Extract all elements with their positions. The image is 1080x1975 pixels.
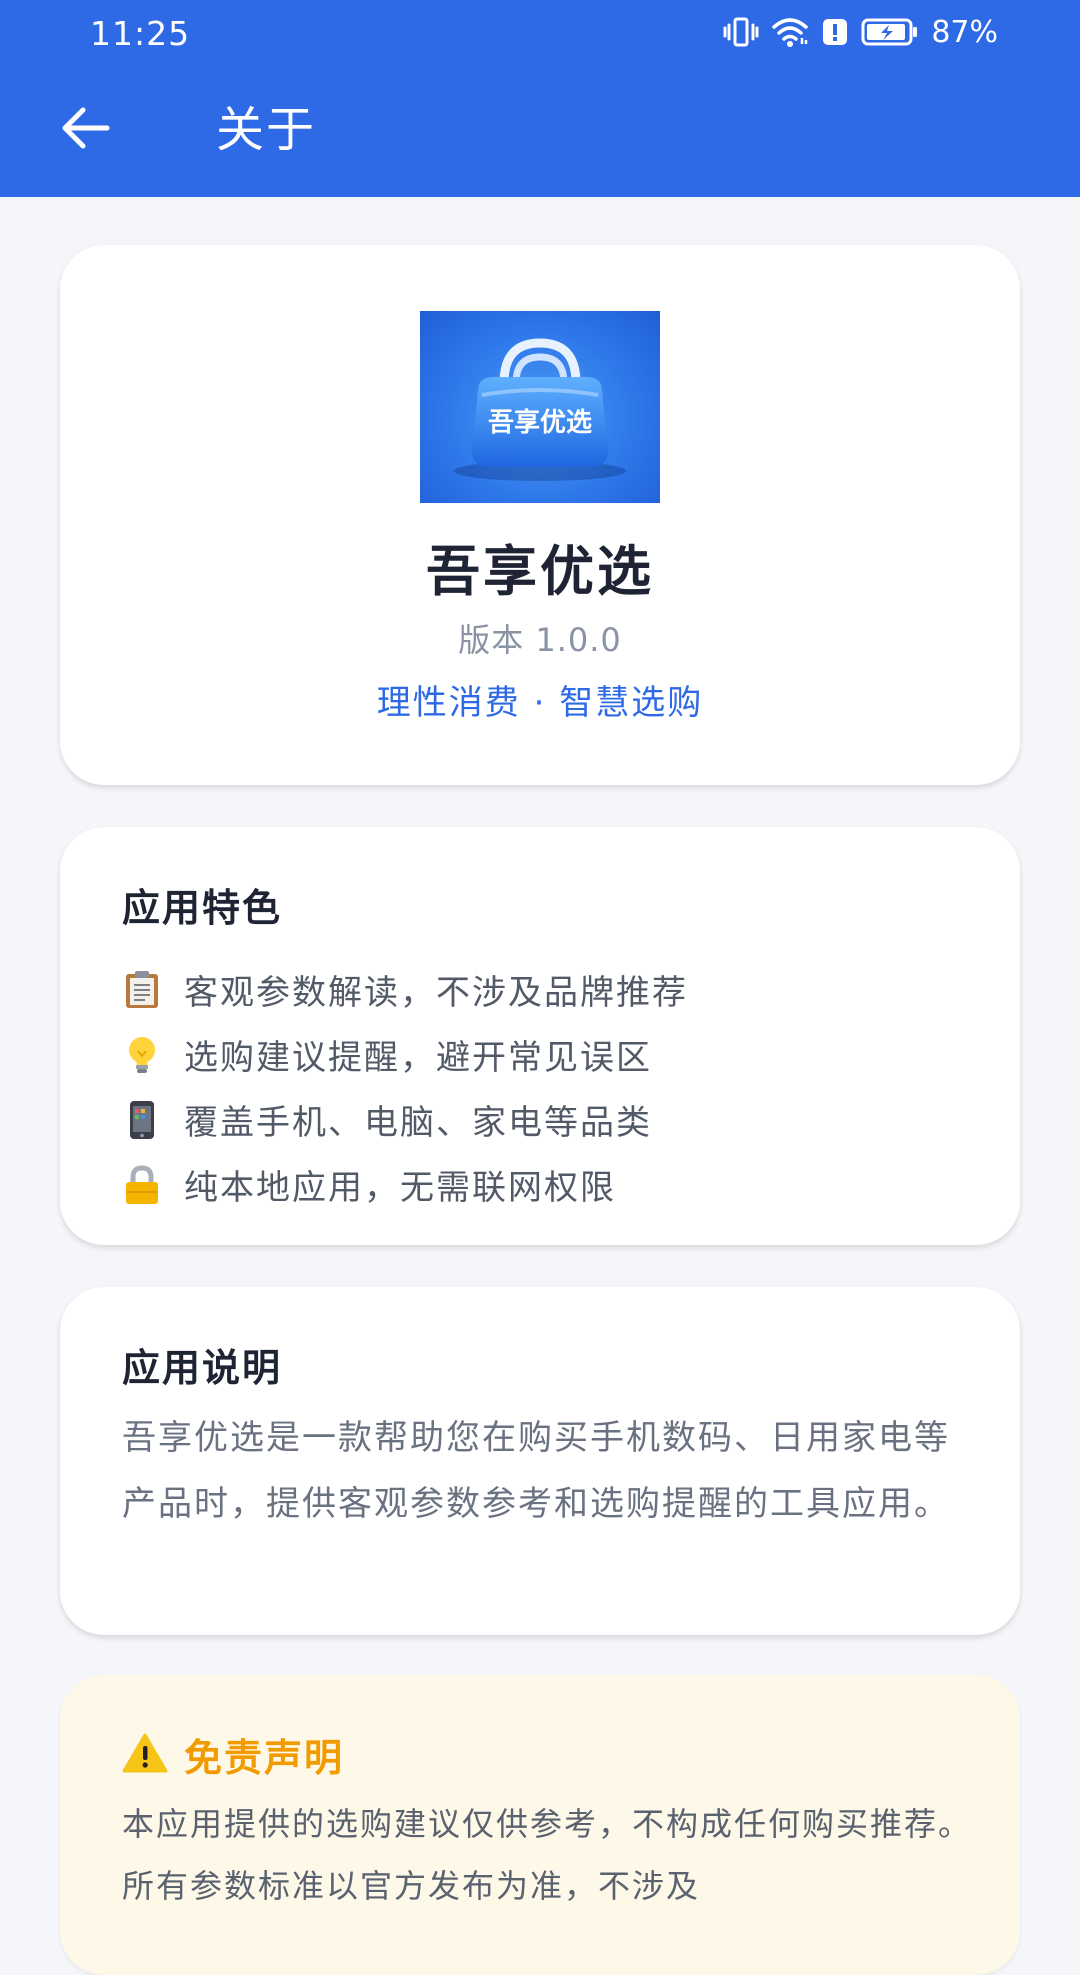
alert-icon [821, 17, 849, 47]
feature-text: 覆盖手机、电脑、家电等品类 [184, 1103, 652, 1143]
app-slogan: 理性消费 · 智慧选购 [376, 683, 704, 723]
feature-list: 客观参数解读，不涉及品牌推荐 选购建议提醒，避开常见误区 覆盖手机、电脑、家电等… [122, 957, 982, 1217]
app-name: 吾享优选 [426, 540, 654, 603]
feature-text: 选购建议提醒，避开常见误区 [184, 1038, 652, 1078]
description-card: 应用说明 吾享优选是一款帮助您在购买手机数码、日用家电等产品时，提供客观参数参考… [60, 1287, 1020, 1635]
disclaimer-card: 免责声明 本应用提供的选购建议仅供参考，不构成任何购买推荐。所有参数标准以官方发… [60, 1675, 1020, 1975]
back-button[interactable] [50, 100, 120, 160]
features-title: 应用特色 [122, 886, 283, 930]
about-content[interactable]: 吾享优选 吾享优选 版本 1.0.0 理性消费 · 智慧选购 应用特色 客观参数… [0, 197, 1080, 1975]
status-time: 11:25 [90, 14, 191, 53]
disclaimer-header: 免责声明 [122, 1727, 344, 1782]
battery-percent: 87% [931, 14, 998, 50]
disclaimer-text: 本应用提供的选购建议仅供参考，不构成任何购买推荐。所有参数标准以官方发布为准，不… [122, 1805, 973, 1905]
page-title: 关于 [216, 102, 317, 158]
app-info-card: 吾享优选 吾享优选 版本 1.0.0 理性消费 · 智慧选购 [60, 245, 1020, 785]
battery-charging-icon [861, 17, 919, 47]
clipboard-icon [122, 970, 162, 1010]
app-logo: 吾享优选 [420, 311, 660, 503]
logo-text: 吾享优选 [488, 407, 592, 438]
description-title: 应用说明 [122, 1346, 283, 1390]
status-bar: 11:25 87% [0, 0, 1080, 66]
app-bar: 11:25 87% 关于 [0, 0, 1080, 197]
app-version: 版本 1.0.0 [458, 621, 622, 659]
vibrate-icon [723, 16, 759, 48]
feature-item: 选购建议提醒，避开常见误区 [122, 1022, 982, 1087]
phone-icon [122, 1100, 162, 1140]
lock-icon [122, 1164, 162, 1205]
arrow-left-icon [59, 106, 111, 154]
feature-item: 覆盖手机、电脑、家电等品类 [122, 1087, 982, 1152]
feature-text: 客观参数解读，不涉及品牌推荐 [184, 973, 688, 1013]
disclaimer-title: 免责声明 [184, 1736, 345, 1780]
warning-icon [122, 1732, 168, 1778]
feature-item: 客观参数解读，不涉及品牌推荐 [122, 957, 982, 1022]
wifi-icon [771, 16, 809, 48]
status-icons: 87% [723, 14, 998, 50]
lightbulb-icon [122, 1035, 162, 1075]
feature-text: 纯本地应用，无需联网权限 [184, 1168, 616, 1208]
description-text: 吾享优选是一款帮助您在购买手机数码、日用家电等产品时，提供客观参数参考和选购提醒… [122, 1418, 950, 1524]
features-card: 应用特色 客观参数解读，不涉及品牌推荐 选购建议提醒，避开常见误区 覆盖手机、电… [60, 827, 1020, 1245]
toolbar: 关于 [0, 80, 1080, 180]
feature-item: 纯本地应用，无需联网权限 [122, 1152, 982, 1217]
